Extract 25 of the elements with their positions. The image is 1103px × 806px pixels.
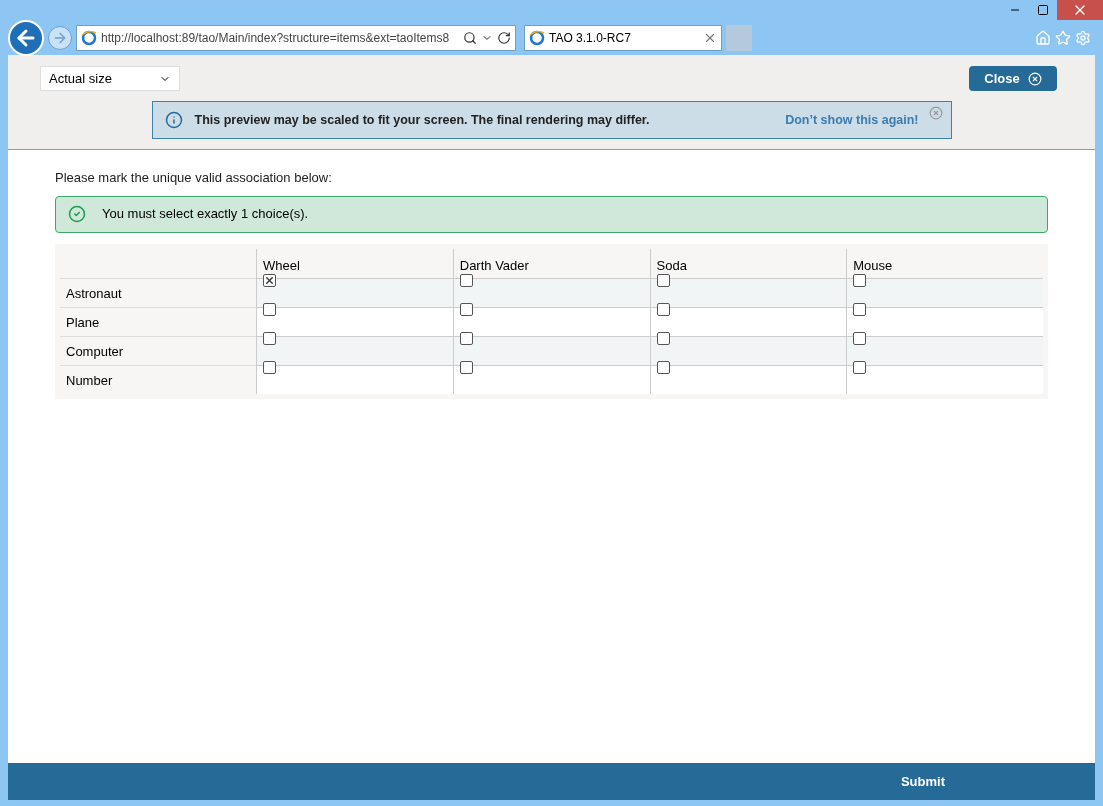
globe-icon	[81, 30, 97, 46]
browser-tab[interactable]: TAO 3.1.0-RC7	[524, 25, 722, 51]
arrow-right-icon	[52, 30, 68, 46]
tab-title: TAO 3.1.0-RC7	[549, 30, 632, 47]
url-text: http://localhost:89/tao/Main/index?structure=items&ext=taoItems8	[101, 30, 451, 47]
close-tab-icon[interactable]	[703, 31, 717, 45]
back-button[interactable]	[8, 20, 44, 56]
feedback-text: You must select exactly 1 choice(s).	[102, 205, 309, 224]
checkbox[interactable]	[459, 273, 473, 287]
notice-text: This preview may be scaled to fit your screen. The final rendering may differ.	[194, 111, 651, 129]
checkbox[interactable]	[656, 273, 670, 287]
info-icon	[164, 111, 183, 129]
checkbox[interactable]	[853, 273, 867, 287]
checkbox[interactable]	[263, 273, 276, 287]
size-select[interactable]: Actual size	[40, 66, 180, 91]
refresh-icon[interactable]	[497, 31, 511, 45]
close-button[interactable]: Close	[969, 66, 1057, 91]
globe-icon	[529, 30, 545, 46]
search-icon[interactable]	[463, 31, 477, 45]
address-bar[interactable]: http://localhost:89/tao/Main/index?structure=items&ext=taoItems8	[76, 25, 516, 51]
cross-mark-icon	[264, 274, 275, 286]
submit-button[interactable]: Submit	[900, 771, 945, 792]
check-circle-icon	[68, 205, 86, 223]
close-icon	[1027, 71, 1042, 86]
prompt-text: Please mark the unique valid association below:	[55, 169, 333, 187]
